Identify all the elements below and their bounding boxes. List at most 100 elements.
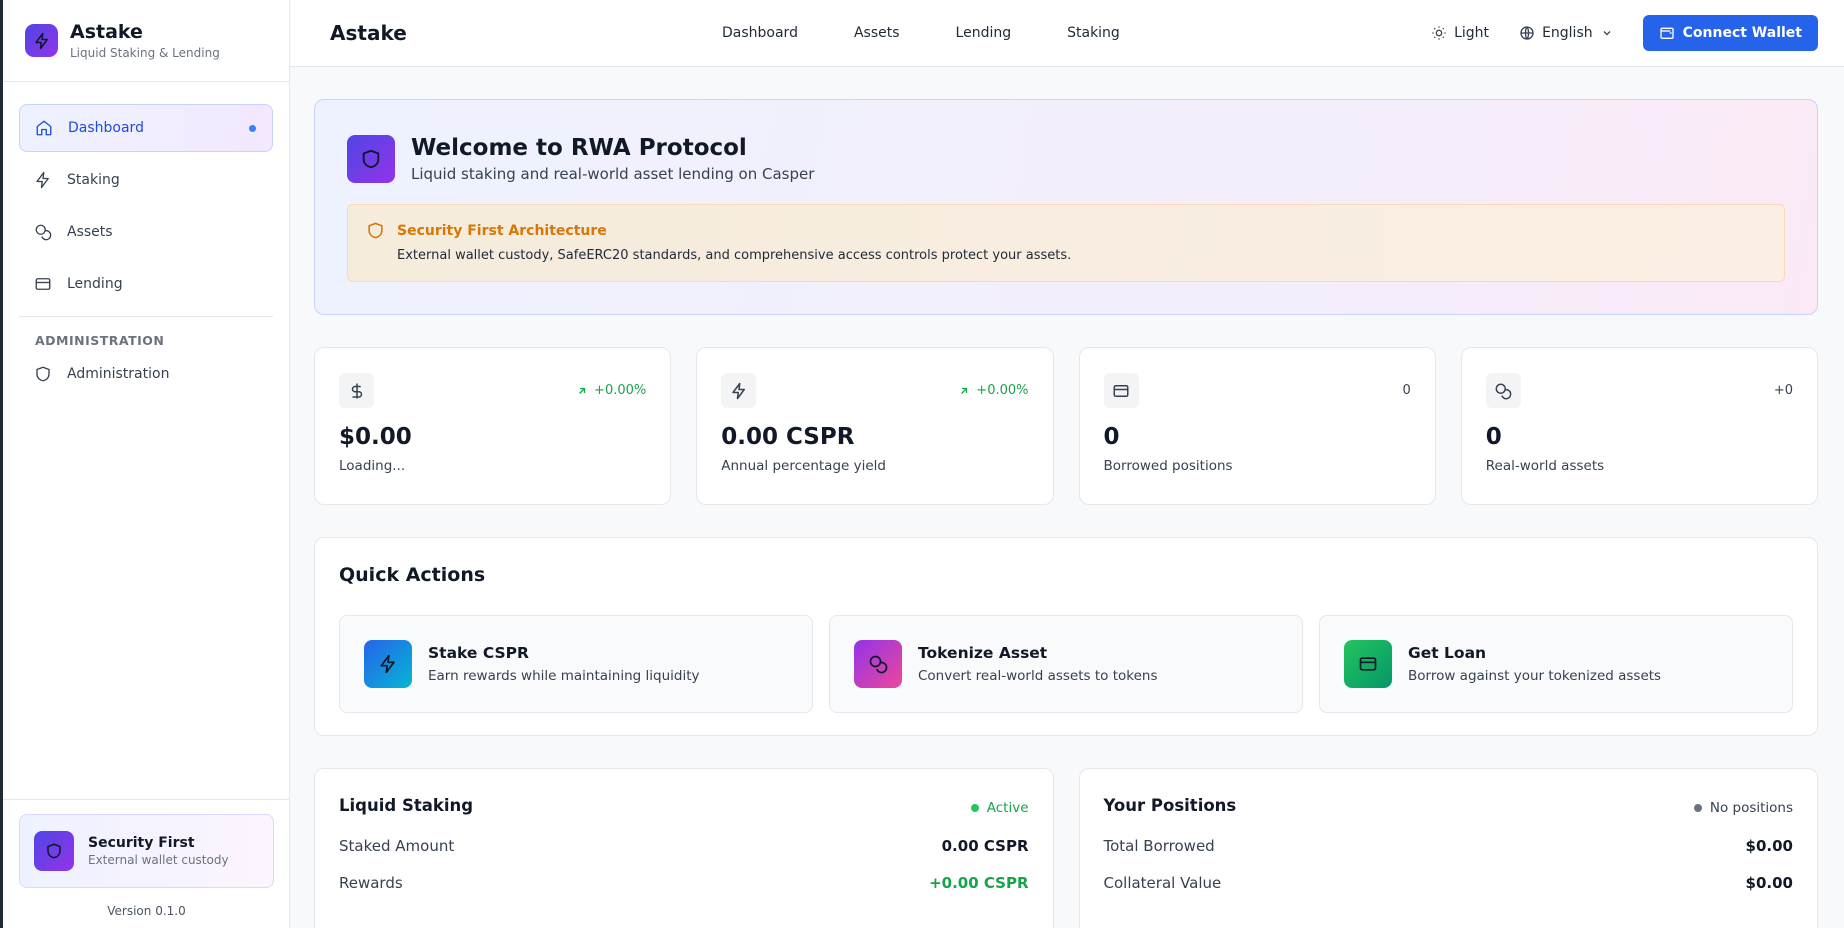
stats-row: +0.00% $0.00 Loading... +0.00% 0.00 CSPR… bbox=[314, 347, 1818, 505]
row-value: $0.00 bbox=[1745, 874, 1793, 892]
top-nav-staking[interactable]: Staking bbox=[1067, 25, 1120, 41]
stat-label: Real-world assets bbox=[1485, 458, 1605, 474]
sidebar-item-lending[interactable]: Lending bbox=[19, 260, 273, 308]
quick-action-name: Stake CSPR bbox=[428, 644, 529, 662]
bottom-panels: Liquid Staking Active Staked Amount 0.00… bbox=[314, 768, 1818, 928]
theme-toggle-button[interactable]: Light bbox=[1431, 25, 1489, 41]
status-badge: No positions bbox=[1693, 800, 1793, 816]
quick-action-desc: Borrow against your tokenized assets bbox=[1408, 668, 1662, 684]
quick-actions-title: Quick Actions bbox=[339, 564, 486, 586]
quick-action-desc: Convert real-world assets to tokens bbox=[918, 668, 1158, 684]
panel-row: Staked Amount 0.00 CSPR bbox=[339, 837, 1029, 855]
panel-title: Your Positions bbox=[1103, 796, 1237, 815]
quick-action-tokenize[interactable]: Tokenize Asset Convert real-world assets… bbox=[829, 615, 1303, 713]
dollar-icon bbox=[339, 373, 374, 408]
arrow-up-right-icon bbox=[579, 387, 586, 394]
stat-value: 0 bbox=[1485, 424, 1502, 450]
arrow-up-right-icon bbox=[961, 387, 968, 394]
connect-wallet-button[interactable]: Connect Wallet bbox=[1642, 15, 1818, 51]
panel-title: Liquid Staking bbox=[339, 796, 474, 815]
coins-icon bbox=[33, 222, 53, 242]
row-value: +0.00 CSPR bbox=[929, 874, 1029, 892]
security-card-title: Security First bbox=[88, 835, 195, 851]
shield-icon bbox=[347, 135, 395, 183]
language-label: English bbox=[1542, 25, 1593, 41]
sidebar-item-staking[interactable]: Staking bbox=[19, 156, 273, 204]
stat-change: +0.00% bbox=[958, 383, 1029, 398]
welcome-banner: Welcome to RWA Protocol Liquid staking a… bbox=[314, 99, 1818, 315]
bolt-icon bbox=[364, 640, 412, 688]
sidebar: Astake Liquid Staking & Lending Dashboar… bbox=[0, 0, 290, 928]
top-nav: Dashboard Assets Lending Staking bbox=[722, 25, 1176, 41]
top-nav-assets[interactable]: Assets bbox=[854, 25, 900, 41]
row-value: 0.00 CSPR bbox=[941, 837, 1029, 855]
bolt-icon bbox=[33, 170, 53, 190]
globe-icon bbox=[1520, 26, 1534, 40]
main-content: Welcome to RWA Protocol Liquid staking a… bbox=[290, 67, 1844, 928]
brand-name: Astake bbox=[70, 21, 143, 43]
credit-card-icon bbox=[1344, 640, 1392, 688]
row-value: $0.00 bbox=[1745, 837, 1793, 855]
quick-action-name: Get Loan bbox=[1408, 644, 1487, 662]
brand-subtitle: Liquid Staking & Lending bbox=[70, 46, 220, 60]
row-label: Staked Amount bbox=[339, 837, 455, 855]
welcome-subtitle: Liquid staking and real-world asset lend… bbox=[411, 165, 815, 183]
sidebar-item-dashboard[interactable]: Dashboard bbox=[19, 104, 273, 152]
header-actions: Light English Connect Wallet bbox=[1431, 15, 1818, 51]
bolt-icon bbox=[721, 373, 757, 408]
wallet-icon bbox=[1659, 27, 1674, 39]
active-indicator-dot bbox=[249, 124, 256, 132]
row-label: Rewards bbox=[339, 874, 403, 892]
stat-card-total-value: +0.00% $0.00 Loading... bbox=[314, 347, 672, 505]
sun-icon bbox=[1432, 26, 1446, 40]
home-icon bbox=[34, 118, 54, 138]
shield-icon bbox=[368, 222, 383, 239]
status-dot bbox=[1693, 804, 1702, 812]
panel-row: Total Borrowed $0.00 bbox=[1104, 837, 1794, 855]
row-label: Total Borrowed bbox=[1103, 837, 1215, 855]
security-notice-title: Security First Architecture bbox=[397, 222, 607, 239]
brand-logo-icon bbox=[25, 24, 58, 57]
stat-card-rwa: +0 0 Real-world assets bbox=[1460, 347, 1818, 505]
positions-panel: Your Positions No positions Total Borrow… bbox=[1078, 768, 1818, 928]
security-notice: Security First Architecture External wal… bbox=[347, 204, 1785, 282]
stat-value: $0.00 bbox=[339, 424, 412, 450]
sidebar-item-label: Administration bbox=[67, 366, 170, 382]
coins-icon bbox=[1485, 373, 1521, 408]
credit-card-icon bbox=[33, 274, 53, 294]
top-nav-lending[interactable]: Lending bbox=[956, 25, 1012, 41]
stat-label: Loading... bbox=[339, 458, 406, 474]
stat-change: +0.00% bbox=[576, 383, 646, 398]
theme-label: Light bbox=[1454, 25, 1490, 41]
stat-change: 0 bbox=[1402, 383, 1411, 398]
sidebar-footer: Security First External wallet custody V… bbox=[3, 799, 290, 928]
sidebar-nav: Dashboard Staking Assets Lending ADMINIS… bbox=[3, 82, 289, 398]
security-notice-text: External wallet custody, SafeERC20 stand… bbox=[397, 248, 1072, 263]
stat-change: +0 bbox=[1773, 383, 1793, 398]
language-select[interactable]: English bbox=[1519, 25, 1613, 41]
sidebar-item-administration[interactable]: Administration bbox=[19, 350, 273, 398]
welcome-title: Welcome to RWA Protocol bbox=[411, 135, 747, 161]
quick-action-loan[interactable]: Get Loan Borrow against your tokenized a… bbox=[1319, 615, 1793, 713]
quick-action-stake[interactable]: Stake CSPR Earn rewards while maintainin… bbox=[339, 615, 813, 713]
status-badge: Active bbox=[970, 800, 1029, 816]
quick-action-name: Tokenize Asset bbox=[918, 644, 1048, 662]
stat-value: 0.00 CSPR bbox=[721, 424, 855, 450]
chevron-down-icon bbox=[1603, 31, 1611, 36]
security-card: Security First External wallet custody bbox=[19, 814, 274, 888]
stat-card-apy: +0.00% 0.00 CSPR Annual percentage yield bbox=[696, 347, 1054, 505]
header-title: Astake bbox=[330, 21, 407, 45]
sidebar-item-assets[interactable]: Assets bbox=[19, 208, 273, 256]
status-dot bbox=[970, 804, 979, 812]
top-header: Astake Dashboard Assets Lending Staking … bbox=[290, 0, 1844, 67]
stat-value: 0 bbox=[1103, 424, 1120, 450]
panel-row: Collateral Value $0.00 bbox=[1104, 874, 1794, 892]
security-card-subtitle: External wallet custody bbox=[88, 853, 229, 867]
stat-card-borrowed: 0 0 Borrowed positions bbox=[1078, 347, 1436, 505]
row-label: Collateral Value bbox=[1103, 874, 1222, 892]
top-nav-dashboard[interactable]: Dashboard bbox=[722, 25, 798, 41]
shield-icon bbox=[34, 831, 74, 871]
quick-action-desc: Earn rewards while maintaining liquidity bbox=[428, 668, 700, 684]
brand[interactable]: Astake Liquid Staking & Lending bbox=[3, 0, 289, 82]
shield-icon bbox=[33, 364, 53, 384]
